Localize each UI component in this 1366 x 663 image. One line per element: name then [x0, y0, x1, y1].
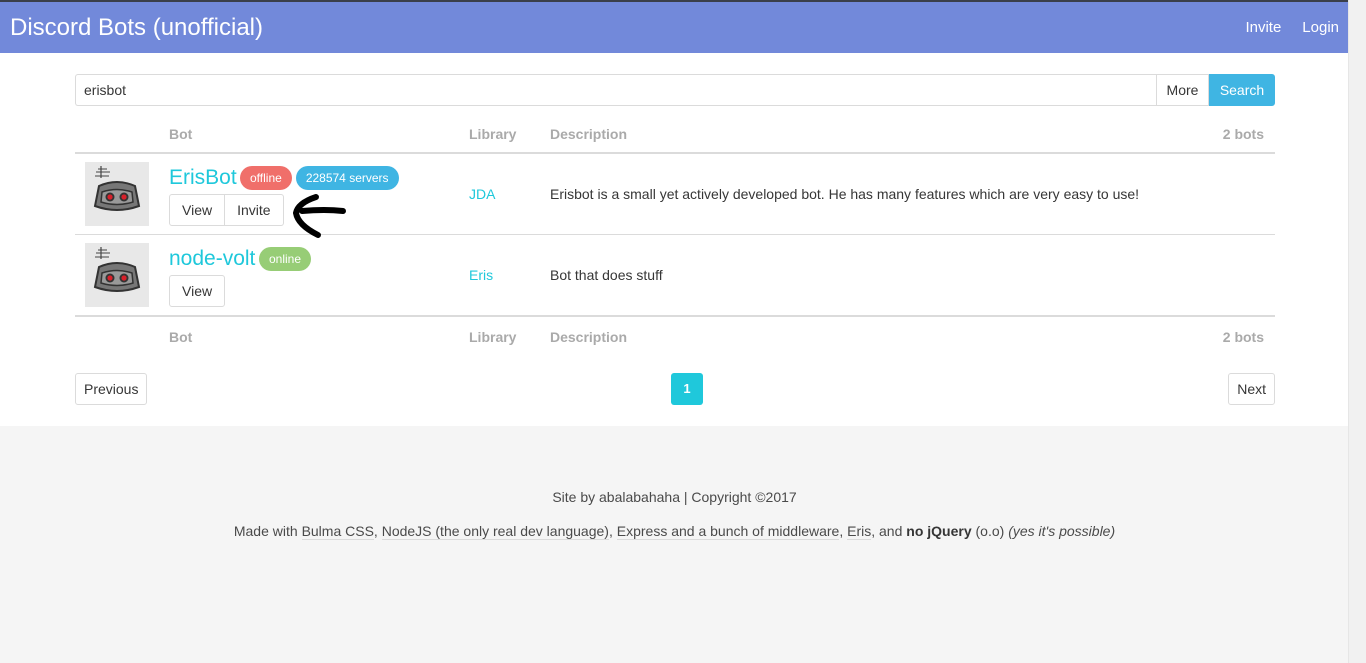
bot-tags: offline 228574 servers — [240, 166, 399, 190]
column-footer-library: Library — [469, 329, 517, 345]
previous-page-button[interactable]: Previous — [75, 373, 148, 405]
site-brand[interactable]: Discord Bots (unofficial) — [10, 14, 263, 42]
bot-description: Bot that does stuff — [550, 267, 663, 283]
current-page-button[interactable]: 1 — [671, 373, 703, 405]
column-header-bot: Bot — [169, 126, 193, 142]
robot-avatar-icon — [93, 247, 141, 292]
table-footer: Bot Library Description 2 bots — [75, 315, 1275, 355]
search-bar: More Search — [75, 74, 1275, 106]
bot-actions: View Invite — [169, 194, 284, 226]
column-header-library: Library — [469, 126, 517, 142]
nav-invite-link[interactable]: Invite — [1245, 19, 1281, 36]
table-row: node-volt online View Eris Bot that does… — [75, 235, 1275, 316]
bot-count-footer: 2 bots — [1222, 329, 1264, 345]
servers-badge: 228574 servers — [295, 166, 399, 190]
nodejs-link[interactable]: NodeJS (the only real dev language) — [381, 523, 609, 540]
bot-description: Erisbot is a small yet actively develope… — [550, 186, 1140, 202]
face-text: (o.o) — [975, 523, 1005, 539]
bot-actions: View — [169, 275, 226, 307]
footer: Site by abalabahaha | Copyright ©2017 Ma… — [0, 426, 1349, 663]
more-button[interactable]: More — [1156, 74, 1209, 106]
page-scrollbar[interactable] — [1348, 0, 1366, 663]
view-button[interactable]: View — [169, 275, 226, 307]
bot-avatar[interactable] — [85, 243, 149, 307]
view-button[interactable]: View — [169, 194, 226, 226]
page: Discord Bots (unofficial) Invite Login M… — [0, 0, 1349, 663]
bot-name-link[interactable]: ErisBot — [169, 166, 237, 190]
footer-credits: Site by abalabahaha | Copyright ©2017 — [552, 489, 797, 505]
nav-links: Invite Login — [1245, 19, 1339, 36]
table-row: ErisBot offline 228574 servers View Invi… — [75, 154, 1275, 235]
hand-drawn-arrow-icon — [293, 194, 346, 238]
eris-link[interactable]: Eris — [847, 523, 872, 540]
express-link[interactable]: Express and a bunch of middleware — [616, 523, 840, 540]
pagination: Previous 1 Next — [75, 373, 1275, 405]
column-footer-bot: Bot — [169, 329, 193, 345]
library-link[interactable]: Eris — [469, 267, 493, 283]
bot-name-link[interactable]: node-volt — [169, 247, 255, 271]
navbar: Discord Bots (unofficial) Invite Login — [0, 2, 1349, 53]
status-badge: online — [259, 247, 312, 271]
column-footer-description: Description — [550, 329, 628, 345]
bots-table: Bot Library Description 2 bots ErisBot o… — [75, 114, 1275, 355]
status-badge: offline — [240, 166, 292, 190]
bot-avatar[interactable] — [85, 162, 149, 226]
made-with-text: Made with — [233, 523, 298, 539]
table-header: Bot Library Description 2 bots — [75, 114, 1275, 154]
bot-tags: online — [259, 247, 312, 271]
search-input[interactable] — [75, 74, 1156, 106]
column-header-description: Description — [550, 126, 628, 142]
library-link[interactable]: JDA — [469, 186, 495, 202]
nav-login-link[interactable]: Login — [1302, 19, 1339, 36]
bot-count: 2 bots — [1222, 126, 1264, 142]
search-button[interactable]: Search — [1209, 74, 1275, 106]
possible-text: (yes it's possible) — [1008, 523, 1116, 539]
next-page-button[interactable]: Next — [1228, 373, 1275, 405]
bulma-link[interactable]: Bulma CSS — [301, 523, 374, 540]
robot-avatar-icon — [93, 166, 141, 211]
invite-button[interactable]: Invite — [225, 194, 284, 226]
and-text: , and — [871, 523, 903, 539]
footer-made-with: Made with Bulma CSS, NodeJS (the only re… — [233, 523, 1116, 540]
no-jquery-text: no jQuery — [906, 523, 972, 539]
